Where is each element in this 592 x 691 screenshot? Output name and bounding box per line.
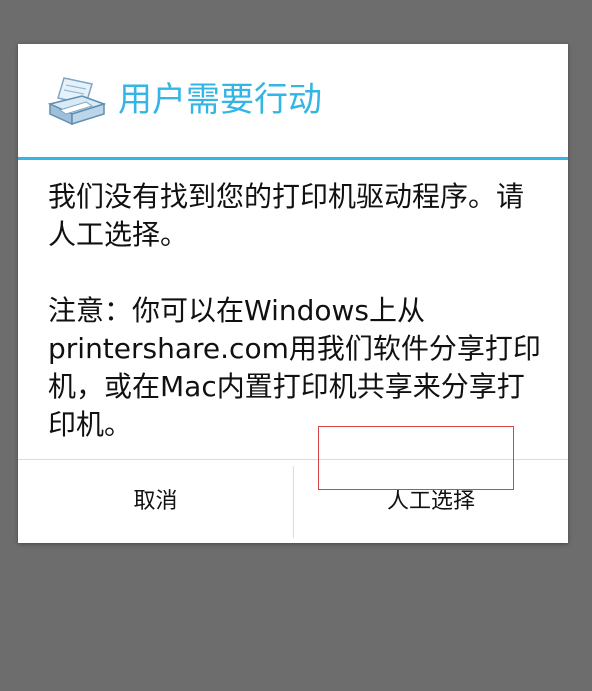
dialog-title: 用户需要行动	[118, 80, 322, 120]
message-paragraph-driver-not-found: 我们没有找到您的打印机驱动程序。请人工选择。	[48, 180, 525, 251]
dialog-button-bar: 取消 人工选择	[18, 459, 568, 543]
action-required-dialog: 用户需要行动 我们没有找到您的打印机驱动程序。请人工选择。 注意：你可以在Win…	[18, 44, 568, 543]
cancel-button[interactable]: 取消	[18, 460, 293, 543]
manual-select-button[interactable]: 人工选择	[294, 460, 568, 543]
dialog-message: 我们没有找到您的打印机驱动程序。请人工选择。 注意：你可以在Windows上从p…	[48, 178, 548, 444]
title-divider	[18, 157, 568, 160]
dialog-header: 用户需要行动	[18, 44, 568, 157]
message-paragraph-note: 注意：你可以在Windows上从printershare.com用我们软件分享打…	[48, 294, 541, 441]
printer-icon	[46, 74, 107, 130]
